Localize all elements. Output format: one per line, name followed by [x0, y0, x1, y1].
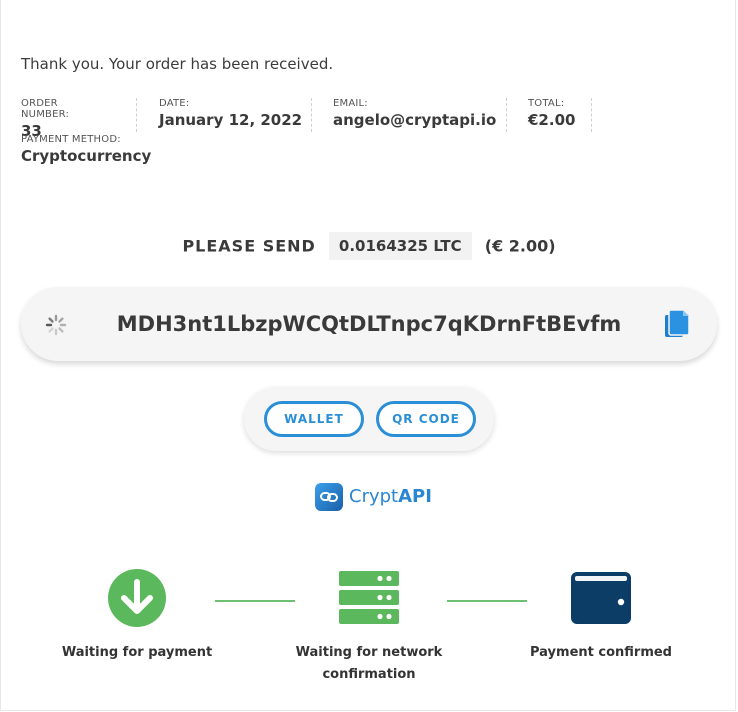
payment-method: PAYMENT METHOD: Cryptocurrency — [21, 134, 151, 170]
date-label: DATE: — [159, 98, 190, 109]
email-value: angelo@cryptapi.io — [333, 111, 497, 129]
order-total: TOTAL: €2.00 — [528, 98, 575, 134]
payment-method-label: PAYMENT METHOD: — [21, 134, 121, 145]
divider — [311, 98, 312, 132]
server-icon — [339, 571, 399, 624]
loading-spinner-icon — [45, 314, 67, 336]
fiat-amount: (€ 2.00) — [484, 236, 556, 256]
payment-address[interactable]: MDH3nt1LbzpWCQtDLTnpc7qKDrnFtBEvfm — [81, 287, 657, 361]
address-box: MDH3nt1LbzpWCQtDLTnpc7qKDrnFtBEvfm — [21, 287, 717, 361]
order-email: EMAIL: angelo@cryptapi.io — [333, 98, 496, 134]
date-value: January 12, 2022 — [159, 111, 303, 129]
total-value: €2.00 — [528, 111, 576, 129]
step-label: Waiting for network confirmation — [295, 645, 443, 682]
please-send-label: PLEASE SEND — [182, 236, 316, 256]
divider — [506, 98, 507, 132]
step-waiting-payment: Waiting for payment — [47, 568, 227, 664]
step-waiting-network: Waiting for network confirmation — [279, 568, 459, 686]
arrow-down-circle-icon — [108, 569, 166, 627]
payment-options: WALLET QR CODE — [244, 387, 494, 451]
total-label: TOTAL: — [528, 98, 565, 109]
qr-code-button[interactable]: QR CODE — [376, 401, 476, 437]
step-payment-confirmed: Payment confirmed — [511, 568, 691, 664]
thank-you-message: Thank you. Your order has been received. — [21, 55, 334, 73]
wallet-icon — [571, 572, 631, 624]
divider — [591, 98, 592, 132]
please-send-row: PLEASE SEND 0.0164325 LTC (€ 2.00) — [1, 232, 737, 260]
wallet-button[interactable]: WALLET — [264, 401, 364, 437]
step-label: Payment confirmed — [530, 645, 672, 660]
cryptapi-logo-text: CryptAPI — [349, 486, 432, 507]
order-number: ORDER NUMBER: 33 — [21, 98, 70, 140]
order-panel: Thank you. Your order has been received.… — [0, 0, 736, 711]
cryptapi-logo-icon — [315, 483, 343, 511]
copy-icon[interactable] — [663, 309, 691, 339]
step-label: Waiting for payment — [61, 645, 213, 660]
email-label: EMAIL: — [333, 98, 368, 109]
order-number-label: ORDER NUMBER: — [21, 98, 70, 120]
payment-method-value: Cryptocurrency — [21, 147, 152, 165]
crypto-amount[interactable]: 0.0164325 LTC — [328, 232, 472, 260]
order-date: DATE: January 12, 2022 — [159, 98, 302, 134]
divider — [136, 98, 137, 132]
